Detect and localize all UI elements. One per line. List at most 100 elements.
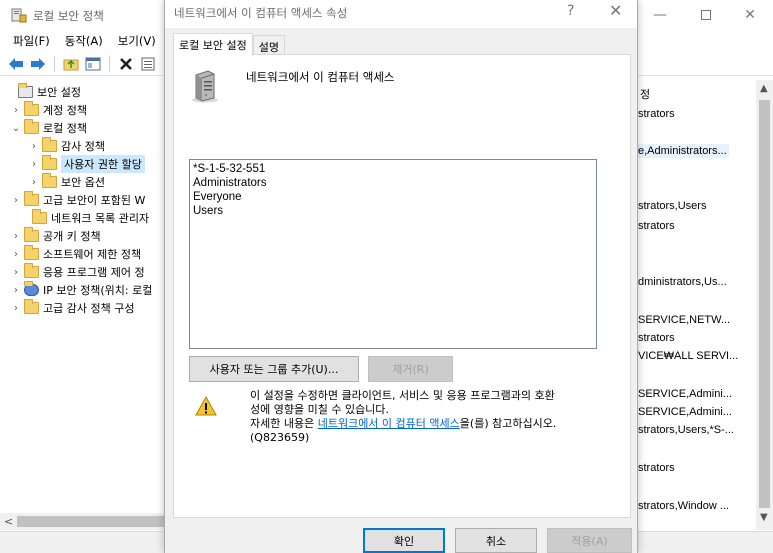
folder-open-icon — [24, 119, 39, 134]
show-hide-tree-button[interactable] — [84, 55, 102, 73]
folder-icon — [24, 245, 39, 260]
chevron-right-icon[interactable]: › — [10, 249, 22, 260]
chevron-right-icon[interactable]: › — [10, 105, 22, 116]
tree-item-label: 계정 정책 — [43, 104, 87, 117]
tree-item[interactable]: › 소프트웨어 제한 정책 — [10, 245, 141, 263]
folder-icon — [42, 173, 57, 188]
folder-icon — [24, 191, 39, 206]
scroll-down-icon[interactable]: ▼ — [760, 512, 768, 523]
tree-item[interactable]: › 고급 보안이 포함된 W — [10, 191, 145, 209]
delete-x-icon — [120, 57, 132, 70]
policy-security-setting-cell[interactable]: SERVICE,Admini... — [638, 388, 732, 400]
scroll-thumb[interactable] — [17, 516, 164, 527]
policy-security-setting-cell[interactable]: strators,Users,*S-... — [638, 424, 734, 436]
folder-icon — [42, 137, 57, 152]
folder-icon — [24, 263, 39, 278]
policy-security-setting-cell[interactable]: strators — [638, 108, 675, 120]
properties-button[interactable] — [139, 55, 157, 73]
tree-item[interactable]: › 고급 감사 정책 구성 — [10, 299, 134, 317]
up-folder-icon — [63, 59, 79, 70]
scroll-left-icon[interactable]: < — [4, 515, 13, 528]
chevron-right-icon[interactable]: › — [10, 267, 22, 278]
scroll-up-icon[interactable]: ▲ — [760, 83, 768, 94]
remove-button[interactable]: 제거(R) — [368, 356, 453, 382]
folder-icon — [24, 101, 39, 116]
forward-button[interactable] — [29, 55, 47, 73]
security-setting-column-header[interactable]: 정 — [640, 86, 650, 102]
policy-list-vertical-scrollbar[interactable]: ▲ ▼ — [756, 80, 773, 530]
chevron-right-icon[interactable]: › — [10, 231, 22, 242]
scroll-thumb[interactable] — [759, 100, 770, 508]
policy-security-setting-cell[interactable]: strators — [638, 462, 675, 474]
ip-security-icon — [24, 281, 39, 296]
policy-name: 네트워크에서 이 컴퓨터 액세스 — [246, 70, 395, 84]
list-item[interactable]: Everyone — [193, 190, 593, 204]
chevron-right-icon[interactable]: › — [10, 303, 22, 314]
policy-security-setting-cell[interactable]: strators — [638, 332, 675, 344]
tree-item[interactable]: 보안 설정 — [4, 83, 81, 101]
toolbar-separator — [54, 55, 55, 72]
tree-item[interactable]: › 사용자 권한 할당 — [28, 155, 145, 173]
tree-item[interactable]: › IP 보안 정책(위치: 로컬 — [10, 281, 152, 299]
chevron-right-icon[interactable]: › — [28, 159, 40, 170]
tree-item[interactable]: › 보안 옵션 — [28, 173, 105, 191]
list-item[interactable]: Users — [193, 204, 593, 218]
tree-horizontal-scrollbar[interactable]: < — [0, 513, 164, 530]
tree-item[interactable]: › 응용 프로그램 제어 정 — [10, 263, 145, 281]
list-item[interactable]: Administrators — [193, 176, 593, 190]
chevron-right-icon[interactable]: › — [10, 195, 22, 206]
tab-explain[interactable]: 설명 — [252, 35, 285, 55]
accounts-list[interactable]: *S-1-5-32-551 Administrators Everyone Us… — [189, 159, 597, 349]
menu-bar: 파일(F) 동작(A) 보기(V) — [0, 30, 163, 50]
tree-item-label: 보안 설정 — [37, 86, 81, 99]
menu-view[interactable]: 보기(V) — [110, 30, 163, 50]
policy-security-setting-cell[interactable]: SERVICE,Admini... — [638, 406, 732, 418]
chevron-right-icon[interactable]: › — [10, 285, 22, 296]
tree-item-label: 고급 보안이 포함된 W — [43, 194, 146, 207]
apply-button[interactable]: 적용(A) — [547, 528, 632, 553]
tab-local-security-setting[interactable]: 로컬 보안 설정 — [173, 33, 253, 56]
policy-security-setting-cell[interactable]: SERVICE,NETW... — [638, 314, 730, 326]
menu-action[interactable]: 동작(A) — [57, 30, 110, 50]
console-tree-icon — [85, 57, 101, 70]
tree-item[interactable]: › 공개 키 정책 — [10, 227, 101, 245]
tree-item-label: 응용 프로그램 제어 정 — [43, 266, 145, 279]
chevron-right-icon[interactable]: › — [28, 141, 40, 152]
cancel-button[interactable]: 취소 — [455, 528, 537, 553]
properties-dialog: 네트워크에서 이 컴퓨터 액세스 속성 ? ✕ 로컬 보안 설정 설명 네트워크… — [164, 0, 638, 553]
maximize-icon — [701, 10, 711, 20]
tree-item-label: 사용자 권한 할당 — [61, 155, 145, 173]
policy-security-setting-cell[interactable]: strators,Users — [638, 200, 706, 212]
console-tree: 보안 설정 › 계정 정책 ⌄ 로컬 정책 › 감사 정책 › 사용자 권한 할당 › 보안 옵션 ›… — [0, 80, 164, 512]
dialog-close-button[interactable]: ✕ — [609, 1, 622, 20]
tree-item-label: 로컬 정책 — [43, 122, 87, 135]
chevron-right-icon[interactable]: › — [28, 177, 40, 188]
add-user-or-group-button[interactable]: 사용자 또는 그룹 추가(U)... — [189, 356, 359, 382]
tree-item[interactable]: › 감사 정책 — [28, 137, 105, 155]
tab-panel: 네트워크에서 이 컴퓨터 액세스 *S-1-5-32-551 Administr… — [173, 54, 631, 518]
maximize-button[interactable] — [683, 0, 729, 30]
menu-file[interactable]: 파일(F) — [0, 30, 57, 50]
policy-security-setting-cell[interactable]: e,Administrators... — [636, 144, 729, 158]
help-link[interactable]: 네트워크에서 이 컴퓨터 액세스 — [318, 417, 460, 430]
delete-button[interactable] — [117, 55, 135, 73]
up-folder-button[interactable] — [62, 55, 80, 73]
tree-item-label: IP 보안 정책(위치: 로컬 — [43, 284, 153, 297]
close-window-button[interactable]: ✕ — [727, 0, 773, 30]
policy-security-setting-cell[interactable]: VICE₩ALL SERVI... — [638, 350, 738, 362]
help-button[interactable]: ? — [567, 3, 574, 19]
chevron-down-icon[interactable]: ⌄ — [10, 123, 22, 134]
ok-button[interactable]: 확인 — [363, 528, 445, 553]
tree-item[interactable]: ⌄ 로컬 정책 — [10, 119, 87, 137]
list-item[interactable]: *S-1-5-32-551 — [193, 162, 593, 176]
tree-item[interactable]: 네트워크 목록 관리자 — [18, 209, 149, 227]
policy-security-setting-cell[interactable]: strators,Window ... — [638, 500, 729, 512]
minimize-button[interactable]: — — [637, 0, 683, 30]
policy-list-pane: 정 strators e,Administrators... strators,Us… — [634, 80, 773, 530]
policy-security-setting-cell[interactable]: dministrators,Us... — [638, 276, 727, 288]
policy-security-setting-cell[interactable]: strators — [638, 220, 675, 232]
folder-icon — [42, 155, 57, 170]
dialog-title: 네트워크에서 이 컴퓨터 액세스 속성 — [174, 6, 348, 20]
back-button[interactable] — [7, 55, 25, 73]
tree-item[interactable]: › 계정 정책 — [10, 101, 87, 119]
